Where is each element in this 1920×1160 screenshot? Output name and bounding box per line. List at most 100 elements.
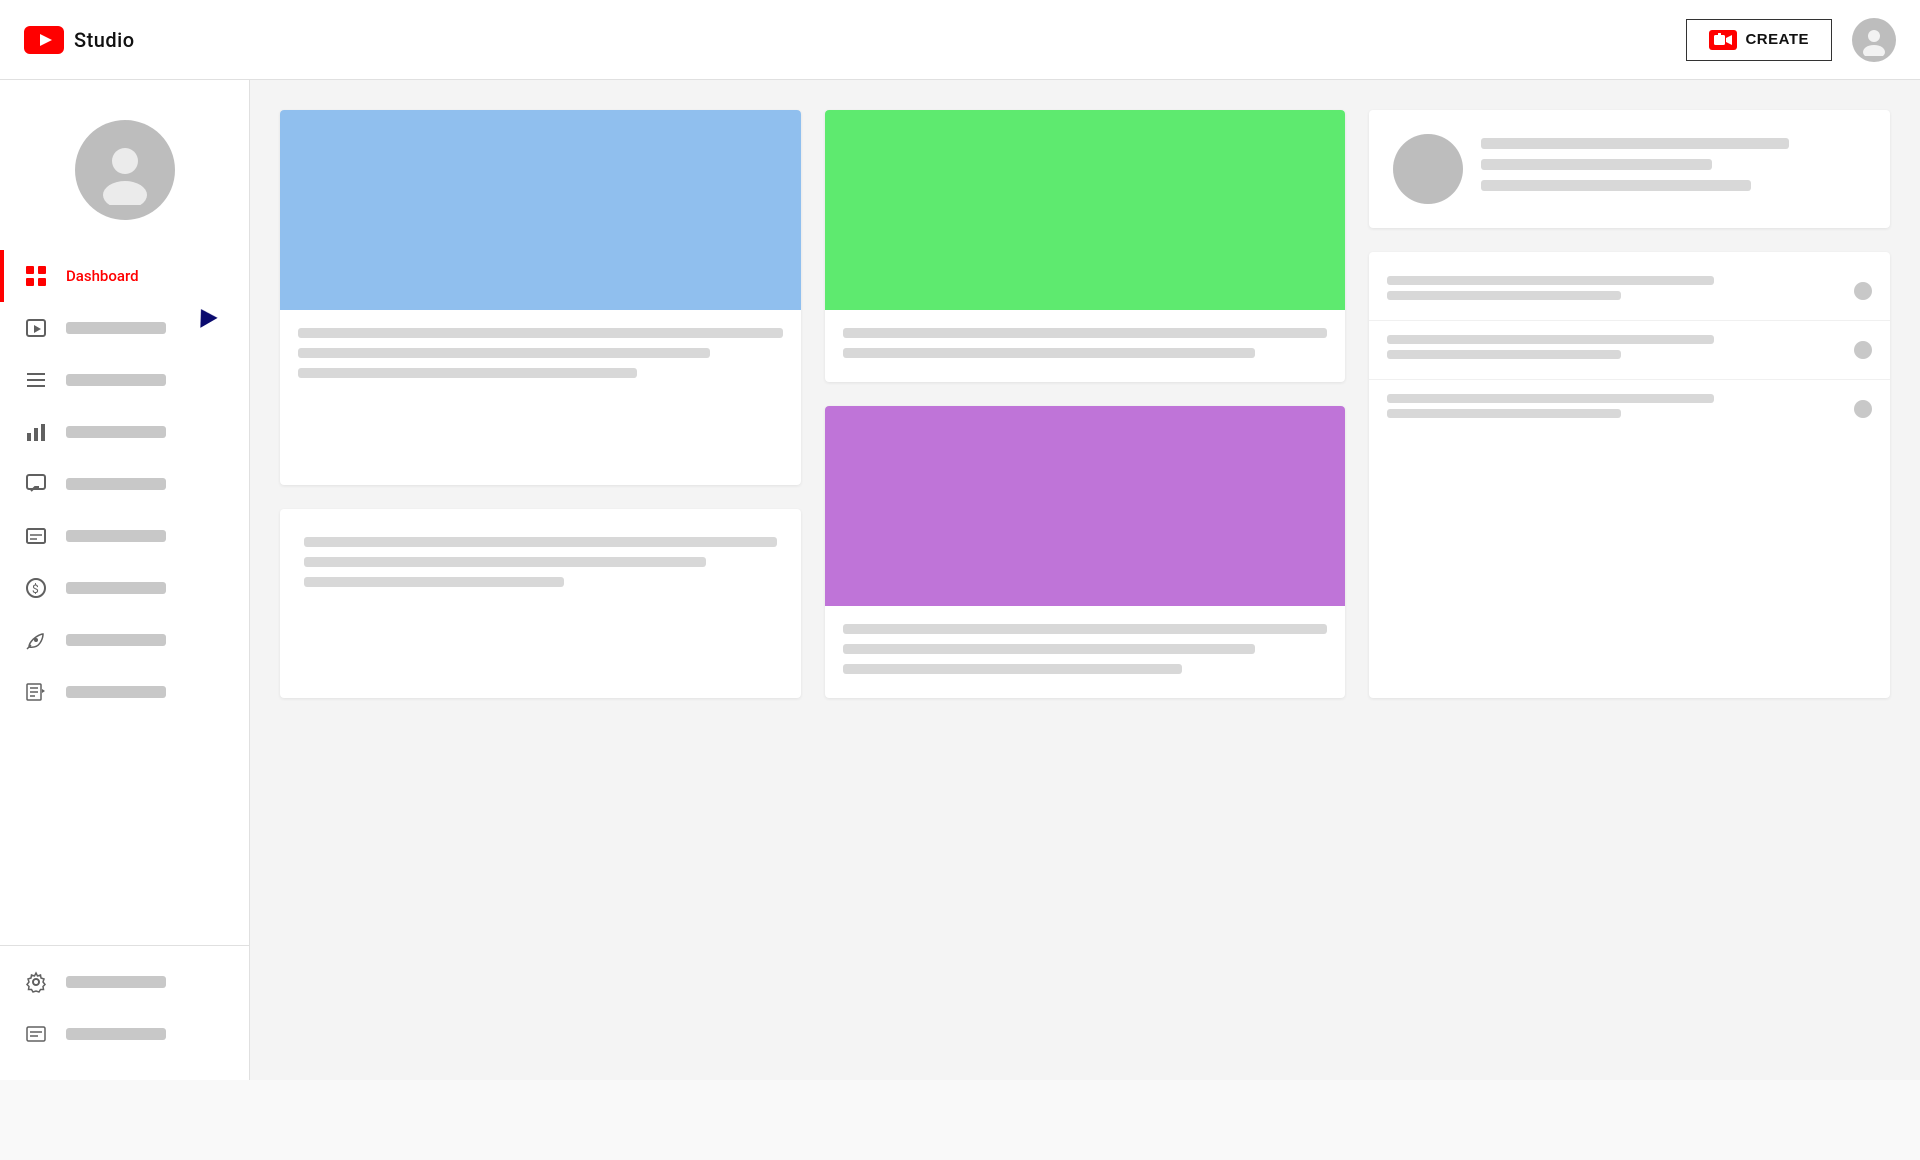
card3-line3 <box>843 664 1182 674</box>
svg-text:$: $ <box>32 582 39 596</box>
list-row2-bar1 <box>1387 335 1714 344</box>
card2-line1 <box>843 328 1328 338</box>
list-row1-bar2 <box>1387 291 1620 300</box>
purple-thumbnail <box>825 406 1346 606</box>
sidebar-item-analytics[interactable] <box>0 406 249 458</box>
header: Studio CREATE <box>0 0 1920 80</box>
comments-label-bar <box>66 478 166 490</box>
card2-body <box>825 310 1346 382</box>
card1-body <box>280 310 801 412</box>
channel-info <box>1481 138 1866 201</box>
green-thumbnail <box>825 110 1346 310</box>
sidebar-item-comments[interactable] <box>0 458 249 510</box>
main-content <box>250 80 1920 1080</box>
list-row3-bar1 <box>1387 394 1714 403</box>
card1-line1 <box>298 328 783 338</box>
sidebar-avatar-icon <box>90 135 160 205</box>
sidebar-item-settings[interactable] <box>0 956 249 1008</box>
list-row2-bar2 <box>1387 350 1620 359</box>
header-right: CREATE <box>1686 18 1896 62</box>
card4-body <box>280 509 801 625</box>
monetization-label-bar <box>66 582 166 594</box>
feedback-label-bar <box>66 1028 166 1040</box>
camera-icon <box>1709 30 1737 50</box>
sidebar-item-subtitles[interactable] <box>0 510 249 562</box>
customization-icon <box>24 628 48 652</box>
channel-avatar <box>1393 134 1463 204</box>
card4-line2 <box>304 557 706 567</box>
card-purple-thumbnail[interactable] <box>825 406 1346 698</box>
card3-line2 <box>843 644 1255 654</box>
sidebar-avatar-section <box>0 100 249 250</box>
audio-library-label-bar <box>66 686 166 698</box>
list-row1-bars <box>1387 276 1854 306</box>
channel-extra-bar <box>1481 180 1750 191</box>
subtitles-label-bar <box>66 530 166 542</box>
playlists-icon <box>24 368 48 392</box>
app-body: Dashboard <box>0 80 1920 1080</box>
card-green-thumbnail[interactable] <box>825 110 1346 382</box>
playlists-label-bar <box>66 374 166 386</box>
channel-section <box>1369 110 1890 228</box>
analytics-label-bar <box>66 426 166 438</box>
card4-line3 <box>304 577 564 587</box>
channel-name-bar <box>1481 138 1789 149</box>
monetization-icon: $ <box>24 576 48 600</box>
sidebar-item-monetization[interactable]: $ <box>0 562 249 614</box>
list-row3-dot <box>1854 400 1872 418</box>
card-blue-thumbnail[interactable] <box>280 110 801 485</box>
sidebar-nav: Dashboard <box>0 250 249 935</box>
list-row2-bars <box>1387 335 1854 365</box>
list-row1-bar1 <box>1387 276 1714 285</box>
list-row3-bars <box>1387 394 1854 424</box>
card-list[interactable] <box>1369 252 1890 698</box>
sidebar-item-playlists[interactable] <box>0 354 249 406</box>
card4-line1 <box>304 537 777 547</box>
sidebar: Dashboard <box>0 80 250 1080</box>
youtube-logo-icon <box>24 26 64 54</box>
feedback-icon <box>24 1022 48 1046</box>
logo[interactable]: Studio <box>24 26 135 54</box>
content-label-bar <box>66 322 166 334</box>
blue-thumbnail <box>280 110 801 310</box>
customization-label-bar <box>66 634 166 646</box>
audio-library-icon <box>24 680 48 704</box>
analytics-icon <box>24 420 48 444</box>
list-section <box>1369 252 1890 448</box>
list-item[interactable] <box>1369 321 1890 380</box>
sidebar-item-feedback[interactable] <box>0 1008 249 1060</box>
create-label: CREATE <box>1745 31 1809 48</box>
settings-label-bar <box>66 976 166 988</box>
card-column-3 <box>1369 110 1890 698</box>
list-row1-dot <box>1854 282 1872 300</box>
card-column-2 <box>825 110 1346 698</box>
list-row3-bar2 <box>1387 409 1620 418</box>
list-item[interactable] <box>1369 380 1890 438</box>
user-avatar-icon <box>1858 24 1890 56</box>
content-icon <box>24 316 48 340</box>
card1-line3 <box>298 368 637 378</box>
channel-sub-bar <box>1481 159 1712 170</box>
card-text-only[interactable] <box>280 509 801 698</box>
studio-title: Studio <box>74 28 135 52</box>
create-button[interactable]: CREATE <box>1686 19 1832 61</box>
sidebar-divider <box>0 945 249 946</box>
settings-icon <box>24 970 48 994</box>
list-row2-dot <box>1854 341 1872 359</box>
card-channel-info[interactable] <box>1369 110 1890 228</box>
list-item[interactable] <box>1369 262 1890 321</box>
sidebar-item-audio-library[interactable] <box>0 666 249 718</box>
sidebar-user-avatar[interactable] <box>75 120 175 220</box>
subtitles-icon <box>24 524 48 548</box>
dashboard-label: Dashboard <box>66 267 139 285</box>
card2-line2 <box>843 348 1255 358</box>
dashboard-icon <box>24 264 48 288</box>
user-avatar[interactable] <box>1852 18 1896 62</box>
sidebar-item-dashboard[interactable]: Dashboard <box>0 250 249 302</box>
sidebar-item-customization[interactable] <box>0 614 249 666</box>
sidebar-bottom <box>0 956 249 1080</box>
card1-line2 <box>298 348 710 358</box>
comments-icon <box>24 472 48 496</box>
card3-body <box>825 606 1346 698</box>
sidebar-item-content[interactable] <box>0 302 249 354</box>
